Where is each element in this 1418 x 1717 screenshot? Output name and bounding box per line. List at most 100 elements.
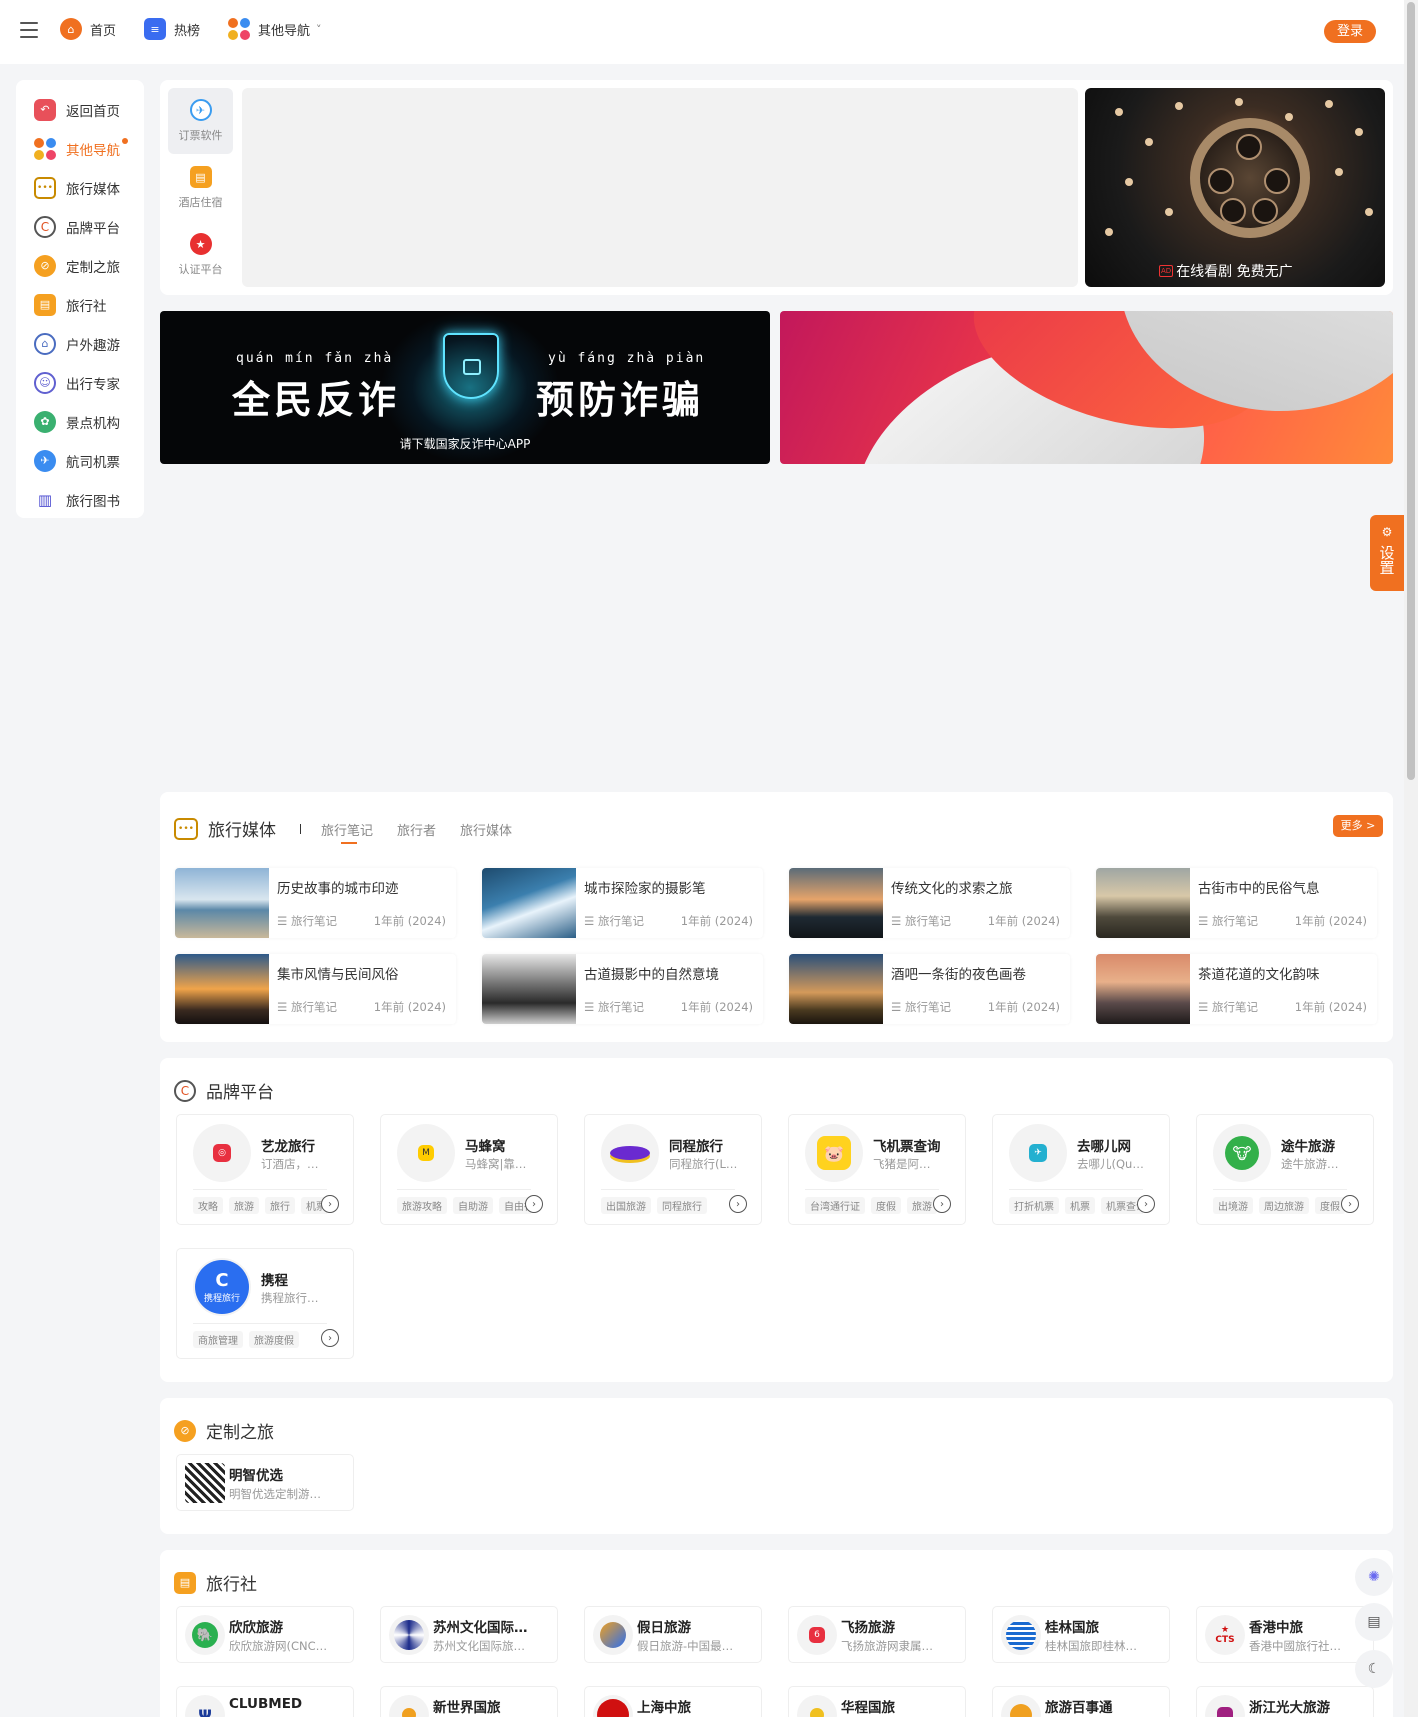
agency-name[interactable]: 飞扬旅游 — [841, 1616, 895, 1636]
post-category[interactable]: ☰ 旅行笔记 — [891, 913, 951, 929]
sidebar-item-books[interactable]: ▥ 旅行图书 — [16, 480, 144, 519]
post-title[interactable]: 茶道花道的文化韵味 — [1198, 963, 1369, 983]
post-category[interactable]: ☰ 旅行笔记 — [584, 999, 644, 1015]
sidebar-item-expert[interactable]: ☺ 出行专家 — [16, 363, 144, 402]
brand-logo[interactable]: ✈ — [1009, 1124, 1067, 1182]
agency-logo[interactable] — [593, 1695, 633, 1717]
brand-name[interactable]: 去哪儿网 — [1077, 1135, 1131, 1155]
brand-logo[interactable] — [601, 1124, 659, 1182]
abstract-banner[interactable] — [780, 311, 1393, 464]
agency-name[interactable]: 浙江光大旅游 — [1249, 1696, 1330, 1716]
agency-card[interactable]: ★ CTS 香港中旅 香港中國旅行社… — [1196, 1606, 1374, 1663]
top-nav-hot-list[interactable]: ≡ 热榜 — [144, 18, 200, 40]
brand-logo[interactable]: 🐮 — [1213, 1124, 1271, 1182]
agency-logo[interactable] — [389, 1615, 429, 1655]
brand-card[interactable]: 同程旅行 同程旅行(L… 出国旅游 同程旅行 › — [584, 1114, 762, 1225]
ai-assistant-icon[interactable]: ✺ — [1355, 1558, 1393, 1596]
agency-logo[interactable]: 🐘 — [185, 1615, 225, 1655]
agency-logo[interactable] — [389, 1695, 429, 1717]
post-category[interactable]: ☰ 旅行笔记 — [891, 999, 951, 1015]
arrow-right-icon[interactable]: › — [1137, 1195, 1155, 1213]
post-title[interactable]: 传统文化的求索之旅 — [891, 877, 1062, 897]
agency-card[interactable]: 苏州文化国际… 苏州文化国际旅… — [380, 1606, 558, 1663]
post-category[interactable]: ☰ 旅行笔记 — [1198, 913, 1258, 929]
post-thumbnail[interactable] — [789, 954, 883, 1024]
custom-name[interactable]: 明智优选 — [229, 1464, 283, 1484]
post-thumbnail[interactable] — [482, 954, 576, 1024]
brand-card[interactable]: C 携程旅行 携程 携程旅行… 商旅管理 旅游度假 › — [176, 1248, 354, 1359]
brand-name[interactable]: 携程 — [261, 1269, 288, 1289]
tab-travel-notes[interactable]: 旅行笔记 — [321, 820, 373, 844]
agency-card[interactable]: 假日旅游 假日旅游-中国最… — [584, 1606, 762, 1663]
custom-card[interactable]: 明智优选 明智优选定制游… — [176, 1454, 354, 1511]
brand-card[interactable]: 🐷 飞机票查询 飞猪是阿… 台湾通行证 度假 旅游 › — [788, 1114, 966, 1225]
post-category[interactable]: ☰ 旅行笔记 — [1198, 999, 1258, 1015]
brand-tag[interactable]: 自助游 — [453, 1197, 493, 1214]
brand-tag[interactable]: 机票 — [1065, 1197, 1095, 1214]
login-button[interactable]: 登录 — [1324, 20, 1376, 43]
message-icon[interactable]: ▤ — [1355, 1603, 1393, 1641]
agency-card[interactable]: 6 飞扬旅游 飞扬旅游网隶属… — [788, 1606, 966, 1663]
sidebar-item-agency[interactable]: ▤ 旅行社 — [16, 285, 144, 324]
brand-tag[interactable]: 出境游 — [1213, 1197, 1253, 1214]
brand-tag[interactable]: 攻略 — [193, 1197, 223, 1214]
agency-name[interactable]: 香港中旅 — [1249, 1616, 1303, 1636]
ad-banner-film[interactable]: AD 在线看剧 免费无广 — [1085, 88, 1385, 287]
agency-card[interactable]: 新世界国旅 — [380, 1686, 558, 1717]
brand-card[interactable]: ✈ 去哪儿网 去哪儿(Qu… 打折机票 机票 机票查询 › — [992, 1114, 1170, 1225]
sidebar-item-other-nav[interactable]: 其他导航 — [16, 129, 144, 168]
agency-logo[interactable] — [1001, 1695, 1041, 1717]
post-title[interactable]: 城市探险家的摄影笔 — [584, 877, 755, 897]
brand-tag[interactable]: 度假 — [871, 1197, 901, 1214]
agency-name[interactable]: CLUBMED — [229, 1696, 302, 1712]
post-title[interactable]: 古道摄影中的自然意境 — [584, 963, 755, 983]
agency-logo[interactable] — [593, 1615, 633, 1655]
post-category[interactable]: ☰ 旅行笔记 — [277, 999, 337, 1015]
sidebar-item-brand[interactable]: C 品牌平台 — [16, 207, 144, 246]
brand-tag[interactable]: 台湾通行证 — [805, 1197, 865, 1214]
agency-name[interactable]: 假日旅游 — [637, 1616, 691, 1636]
post-thumbnail[interactable] — [1096, 868, 1190, 938]
agency-name[interactable]: 桂林国旅 — [1045, 1616, 1099, 1636]
dark-mode-icon[interactable]: ☾ — [1355, 1650, 1393, 1688]
brand-tag[interactable]: 旅游度假 — [249, 1331, 299, 1348]
media-post-card[interactable]: 集市风情与民间风俗 ☰ 旅行笔记 1年前 (2024) — [175, 954, 456, 1024]
brand-tag[interactable]: 旅游 — [229, 1197, 259, 1214]
brand-logo[interactable]: ◎ — [193, 1124, 251, 1182]
agency-logo[interactable]: 6 — [797, 1615, 837, 1655]
arrow-right-icon[interactable]: › — [321, 1195, 339, 1213]
agency-logo[interactable]: Ψ — [185, 1695, 225, 1717]
brand-name[interactable]: 飞机票查询 — [873, 1135, 941, 1155]
agency-card[interactable]: 上海中旅 — [584, 1686, 762, 1717]
media-post-card[interactable]: 酒吧一条街的夜色画卷 ☰ 旅行笔记 1年前 (2024) — [789, 954, 1070, 1024]
agency-name[interactable]: 欣欣旅游 — [229, 1616, 283, 1636]
post-thumbnail[interactable] — [482, 868, 576, 938]
arrow-right-icon[interactable]: › — [525, 1195, 543, 1213]
hero-tab-hotel[interactable]: ▤ 酒店住宿 — [168, 155, 233, 221]
brand-card[interactable]: ◎ 艺龙旅行 订酒店，… 攻略 旅游 旅行 机票 › — [176, 1114, 354, 1225]
media-post-card[interactable]: 传统文化的求索之旅 ☰ 旅行笔记 1年前 (2024) — [789, 868, 1070, 938]
brand-tag[interactable]: 旅游攻略 — [397, 1197, 447, 1214]
post-title[interactable]: 古街市中的民俗气息 — [1198, 877, 1369, 897]
brand-name[interactable]: 同程旅行 — [669, 1135, 723, 1155]
sidebar-item-custom[interactable]: ⊘ 定制之旅 — [16, 246, 144, 285]
post-title[interactable]: 酒吧一条街的夜色画卷 — [891, 963, 1062, 983]
agency-card[interactable]: Ψ CLUBMED — [176, 1686, 354, 1717]
hero-tab-cert[interactable]: ★ 认证平台 — [168, 222, 233, 288]
brand-tag[interactable]: 旅行 — [265, 1197, 295, 1214]
brand-tag[interactable]: 打折机票 — [1009, 1197, 1059, 1214]
agency-name[interactable]: 新世界国旅 — [433, 1696, 501, 1716]
agency-logo[interactable]: ★ CTS — [1205, 1615, 1245, 1655]
agency-card[interactable]: 🐘 欣欣旅游 欣欣旅游网(CNC… — [176, 1606, 354, 1663]
media-post-card[interactable]: 历史故事的城市印迹 ☰ 旅行笔记 1年前 (2024) — [175, 868, 456, 938]
brand-logo[interactable]: M — [397, 1124, 455, 1182]
brand-card[interactable]: 🐮 途牛旅游 途牛旅游… 出境游 周边旅游 度假 › — [1196, 1114, 1374, 1225]
top-nav-home[interactable]: ⌂ 首页 — [60, 18, 116, 40]
agency-logo[interactable] — [1001, 1615, 1041, 1655]
media-post-card[interactable]: 古道摄影中的自然意境 ☰ 旅行笔记 1年前 (2024) — [482, 954, 763, 1024]
media-post-card[interactable]: 城市探险家的摄影笔 ☰ 旅行笔记 1年前 (2024) — [482, 868, 763, 938]
menu-icon[interactable] — [20, 22, 38, 38]
post-title[interactable]: 历史故事的城市印迹 — [277, 877, 448, 897]
arrow-right-icon[interactable]: › — [729, 1195, 747, 1213]
brand-tag[interactable]: 商旅管理 — [193, 1331, 243, 1348]
